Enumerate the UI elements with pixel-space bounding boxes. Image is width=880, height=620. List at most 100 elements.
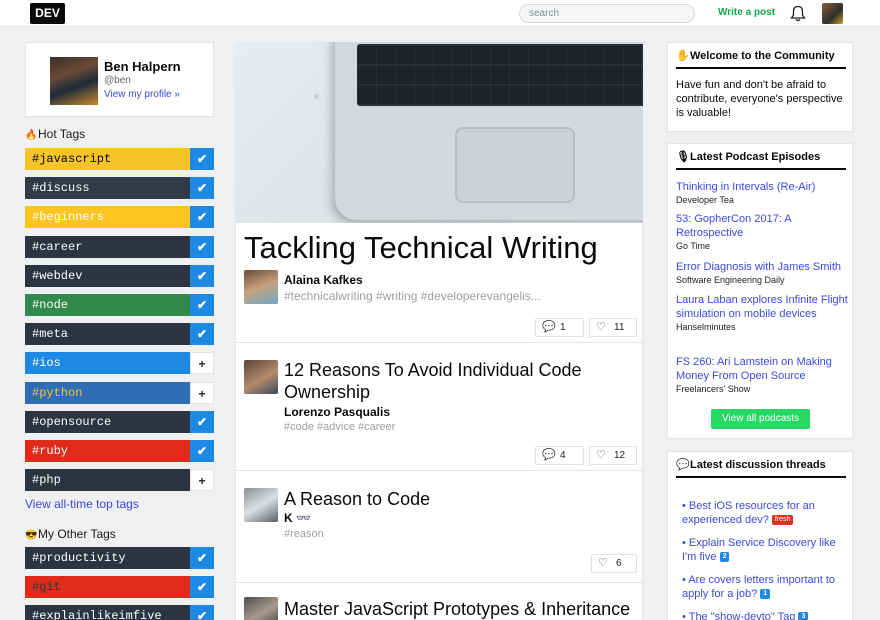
followed-check-icon[interactable]: ✔ <box>190 576 214 598</box>
followed-check-icon[interactable]: ✔ <box>190 547 214 569</box>
follow-plus-icon[interactable]: + <box>190 352 214 375</box>
tag-label[interactable]: #python <box>25 381 190 404</box>
tag-label[interactable]: #ios <box>25 352 190 375</box>
tag-label[interactable]: #webdev <box>25 264 190 287</box>
tag-label[interactable]: #opensource <box>25 410 190 433</box>
followed-check-icon[interactable]: ✔ <box>190 323 214 346</box>
podcast-item[interactable]: Thinking in Intervals (Re-Air) Developer… <box>676 180 851 205</box>
author-avatar[interactable] <box>244 488 278 522</box>
podcast-item[interactable]: Laura Laban explores Infinite Flight sim… <box>676 293 851 332</box>
article-title[interactable]: A Reason to Code <box>284 488 624 510</box>
podcast-episode-title[interactable]: 53: GopherCon 2017: A Retrospective <box>676 212 851 240</box>
tag-item[interactable]: #ios + <box>25 352 214 375</box>
profile-avatar[interactable] <box>50 57 98 105</box>
view-all-podcasts-button[interactable]: View all podcasts <box>711 409 810 429</box>
follow-plus-icon[interactable]: + <box>190 469 214 492</box>
tag-label[interactable]: #productivity <box>25 547 190 569</box>
tag-label[interactable]: #explainlikeimfive <box>25 605 190 620</box>
comments-button[interactable]: 💬 4 <box>535 446 584 465</box>
tag-label[interactable]: #discuss <box>25 177 190 200</box>
reactions-button[interactable]: ♡ 6 <box>591 554 637 573</box>
followed-check-icon[interactable]: ✔ <box>190 410 214 433</box>
followed-check-icon[interactable]: ✔ <box>190 294 214 316</box>
tag-item[interactable]: #career ✔ <box>25 235 214 258</box>
tag-item[interactable]: #beginners ✔ <box>25 206 214 229</box>
article-item[interactable]: Master JavaScript Prototypes & Inheritan… <box>236 583 644 620</box>
tag-label[interactable]: #ruby <box>25 440 190 462</box>
followed-check-icon[interactable]: ✔ <box>190 148 214 170</box>
podcast-item[interactable]: Error Diagnosis with James Smith Softwar… <box>676 260 851 285</box>
followed-check-icon[interactable]: ✔ <box>190 264 214 287</box>
thread-title[interactable]: Explain Service Discovery like I'm five <box>682 537 836 563</box>
author-avatar[interactable] <box>244 597 278 620</box>
reactions-button[interactable]: ♡ 11 <box>589 318 637 337</box>
tag-item[interactable]: #ruby ✔ <box>25 440 214 462</box>
podcast-episode-title[interactable]: FS 260: Ari Lamstein on Making Money Fro… <box>676 355 851 383</box>
article-tags[interactable]: #reason <box>284 528 324 540</box>
profile-name[interactable]: Ben Halpern <box>104 59 181 74</box>
tag-label[interactable]: #php <box>25 469 190 492</box>
user-avatar[interactable] <box>822 3 843 24</box>
thread-title[interactable]: Are covers letters important to apply fo… <box>682 574 835 600</box>
article-title[interactable]: 12 Reasons To Avoid Individual Code Owne… <box>284 359 624 403</box>
tag-label[interactable]: #node <box>25 294 190 316</box>
tag-item[interactable]: #opensource ✔ <box>25 410 214 433</box>
discussion-thread[interactable]: • Best iOS resources for an experienced … <box>682 499 852 527</box>
reactions-button[interactable]: ♡ 12 <box>589 446 637 465</box>
tag-item[interactable]: #discuss ✔ <box>25 177 214 200</box>
view-profile-link[interactable]: View my profile » <box>104 89 180 100</box>
featured-title[interactable]: Tackling Technical Writing <box>244 230 598 266</box>
tag-item[interactable]: #webdev ✔ <box>25 264 214 287</box>
podcast-episode-title[interactable]: Thinking in Intervals (Re-Air) <box>676 180 851 194</box>
discussion-thread[interactable]: • Are covers letters important to apply … <box>682 573 852 601</box>
article-tags[interactable]: #code #advice #career <box>284 421 395 433</box>
follow-plus-icon[interactable]: + <box>190 381 214 404</box>
comments-button[interactable]: 💬 1 <box>535 318 584 337</box>
thread-title[interactable]: The "show-devto" Tag <box>689 611 796 620</box>
notification-bell-icon[interactable] <box>789 5 807 22</box>
tag-label[interactable]: #git <box>25 576 190 598</box>
author-name[interactable]: K 👓 <box>284 511 311 525</box>
podcast-episode-title[interactable]: Error Diagnosis with James Smith <box>676 260 851 274</box>
podcast-item[interactable]: FS 260: Ari Lamstein on Making Money Fro… <box>676 355 851 394</box>
featured-cover-image[interactable] <box>235 42 643 223</box>
author-name[interactable]: Lorenzo Pasqualis <box>284 405 390 419</box>
article-item[interactable]: 12 Reasons To Avoid Individual Code Owne… <box>236 343 644 471</box>
heart-icon: ♡ <box>596 449 606 461</box>
tag-item[interactable]: #git ✔ <box>25 576 214 598</box>
article-title[interactable]: Master JavaScript Prototypes & Inheritan… <box>284 598 644 620</box>
tag-label[interactable]: #career <box>25 235 190 258</box>
tag-item[interactable]: #explainlikeimfive ✔ <box>25 605 214 620</box>
tag-label[interactable]: #javascript <box>25 148 190 170</box>
comment-icon: 💬 <box>542 449 556 461</box>
tag-label[interactable]: #beginners <box>25 206 190 229</box>
discussion-thread[interactable]: • The "show-devto" Tag 3 <box>682 610 852 620</box>
view-all-top-tags-link[interactable]: View all-time top tags <box>25 497 139 511</box>
search-input[interactable]: search <box>519 4 695 23</box>
author-avatar[interactable] <box>244 270 278 304</box>
followed-check-icon[interactable]: ✔ <box>190 177 214 200</box>
author-name[interactable]: Alaina Kafkes <box>284 273 363 287</box>
tag-item[interactable]: #python + <box>25 381 214 404</box>
author-avatar[interactable] <box>244 360 278 394</box>
followed-check-icon[interactable]: ✔ <box>190 440 214 462</box>
tag-label[interactable]: #meta <box>25 323 190 346</box>
followed-check-icon[interactable]: ✔ <box>190 235 214 258</box>
tag-item[interactable]: #meta ✔ <box>25 323 214 346</box>
followed-check-icon[interactable]: ✔ <box>190 206 214 229</box>
tag-item[interactable]: #php + <box>25 469 214 492</box>
article-tags[interactable]: #technicalwriting #writing #developereva… <box>284 289 541 303</box>
followed-check-icon[interactable]: ✔ <box>190 605 214 620</box>
thread-title[interactable]: Best iOS resources for an experienced de… <box>682 500 815 526</box>
article-item[interactable]: A Reason to Code K 👓 #reason ♡ 6 <box>236 471 644 583</box>
podcast-item[interactable]: 53: GopherCon 2017: A Retrospective Go T… <box>676 212 851 251</box>
tag-item[interactable]: #node ✔ <box>25 294 214 316</box>
discussion-thread[interactable]: • Explain Service Discovery like I'm fiv… <box>682 536 852 564</box>
podcast-episode-title[interactable]: Laura Laban explores Infinite Flight sim… <box>676 293 851 321</box>
reaction-count: 12 <box>614 450 626 461</box>
dev-logo[interactable]: DEV <box>30 3 65 24</box>
tag-item[interactable]: #productivity ✔ <box>25 547 214 569</box>
write-post-link[interactable]: Write a post <box>718 7 775 18</box>
featured-article[interactable]: Tackling Technical Writing Alaina Kafkes… <box>236 223 644 343</box>
tag-item[interactable]: #javascript ✔ <box>25 148 214 170</box>
